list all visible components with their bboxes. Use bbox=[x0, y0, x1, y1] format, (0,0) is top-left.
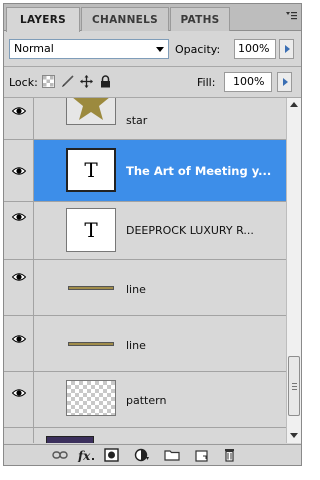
svg-text:fx: fx bbox=[77, 449, 91, 462]
tab-paths[interactable]: PATHS bbox=[170, 7, 230, 31]
link-layers-icon[interactable] bbox=[52, 448, 68, 462]
line-thumbnail-icon bbox=[66, 266, 116, 310]
group-folder-icon[interactable] bbox=[164, 448, 180, 462]
fill-input[interactable]: 100% bbox=[224, 72, 272, 92]
tab-channels[interactable]: CHANNELS bbox=[81, 7, 169, 31]
text-layer-thumbnail-icon: T bbox=[66, 208, 116, 252]
transparent-pattern-thumbnail-icon bbox=[66, 380, 116, 416]
lock-pixels-brush-icon[interactable] bbox=[61, 75, 74, 88]
visibility-toggle[interactable] bbox=[4, 428, 34, 443]
layer-row-background[interactable]: background bbox=[4, 428, 286, 443]
layer-row-line[interactable]: line bbox=[4, 260, 286, 316]
tab-bar: LAYERS CHANNELS PATHS bbox=[4, 4, 301, 32]
adjustment-layer-icon[interactable] bbox=[134, 448, 150, 462]
layer-row-line[interactable]: line bbox=[4, 316, 286, 372]
scroll-down-arrow-icon[interactable] bbox=[290, 433, 298, 438]
grip-line bbox=[292, 389, 297, 390]
visibility-toggle[interactable] bbox=[4, 202, 34, 259]
fx-icon[interactable]: fx bbox=[77, 448, 97, 462]
layer-row-deeprock[interactable]: T DEEPROCK LUXURY R... bbox=[4, 202, 286, 260]
line-shape bbox=[68, 286, 114, 290]
lock-row: Lock: Fill: 100% bbox=[4, 67, 301, 97]
opacity-input[interactable]: 100% bbox=[234, 39, 276, 59]
grip-line bbox=[292, 383, 297, 384]
text-layer-thumbnail-icon: T bbox=[66, 148, 116, 192]
visibility-toggle[interactable] bbox=[4, 98, 34, 139]
lock-all-padlock-icon[interactable] bbox=[99, 75, 112, 88]
trash-icon[interactable] bbox=[222, 448, 238, 462]
visibility-toggle[interactable] bbox=[4, 372, 34, 427]
chevron-down-icon bbox=[156, 47, 164, 52]
panel-menu-icon[interactable] bbox=[285, 10, 297, 22]
eye-icon bbox=[11, 273, 26, 281]
eye-icon bbox=[11, 107, 26, 115]
eye-icon bbox=[11, 335, 26, 343]
layer-row-pattern[interactable]: pattern bbox=[4, 372, 286, 428]
grip-line bbox=[292, 386, 297, 387]
mask-icon[interactable] bbox=[104, 448, 120, 462]
line-thumbnail-icon bbox=[66, 322, 116, 366]
tab-layers[interactable]: LAYERS bbox=[6, 7, 80, 32]
background-swatch-thumbnail bbox=[46, 436, 94, 443]
layer-row-art-of-meeting[interactable]: T The Art of Meeting y... bbox=[4, 140, 286, 202]
blend-row: Normal Opacity: 100% bbox=[4, 32, 301, 66]
layer-row-star[interactable]: star bbox=[4, 98, 286, 140]
scrollbar-thumb[interactable] bbox=[288, 356, 300, 416]
opacity-slider-button[interactable] bbox=[279, 39, 294, 59]
blend-mode-value: Normal bbox=[14, 42, 54, 55]
eye-icon bbox=[11, 213, 26, 221]
eye-icon bbox=[11, 167, 26, 175]
scroll-up-arrow-icon[interactable] bbox=[290, 102, 298, 107]
visibility-toggle[interactable] bbox=[4, 140, 34, 201]
lock-label: Lock: bbox=[9, 76, 38, 89]
layer-name: line bbox=[126, 283, 146, 296]
layers-scrollbar[interactable] bbox=[286, 98, 301, 443]
fill-label: Fill: bbox=[197, 76, 216, 89]
layer-name: The Art of Meeting y... bbox=[126, 164, 272, 178]
eye-icon bbox=[11, 389, 26, 397]
visibility-toggle[interactable] bbox=[4, 316, 34, 371]
star-thumbnail-icon bbox=[73, 98, 109, 120]
layer-name: DEEPROCK LUXURY R... bbox=[126, 224, 254, 237]
layer-name: pattern bbox=[126, 394, 167, 407]
fill-slider-button[interactable] bbox=[277, 72, 292, 92]
layers-panel: LAYERS CHANNELS PATHS Normal Opacity: 10… bbox=[3, 3, 302, 466]
lock-position-move-icon[interactable] bbox=[80, 75, 93, 88]
layers-list: star T The Art of Meeting y... T DEEPROC… bbox=[4, 98, 286, 443]
text-layer-glyph: T bbox=[84, 158, 98, 182]
layers-bottom-toolbar: fx bbox=[4, 444, 301, 465]
opacity-label: Opacity: bbox=[175, 43, 221, 56]
text-layer-glyph: T bbox=[84, 218, 98, 242]
line-shape bbox=[68, 342, 114, 346]
new-layer-icon[interactable] bbox=[194, 448, 210, 462]
layer-thumbnail bbox=[66, 98, 116, 125]
layer-name: line bbox=[126, 339, 146, 352]
layer-name: star bbox=[126, 114, 148, 127]
visibility-toggle[interactable] bbox=[4, 260, 34, 315]
lock-transparency-icon[interactable] bbox=[42, 75, 55, 88]
blend-mode-dropdown[interactable]: Normal bbox=[9, 39, 169, 59]
